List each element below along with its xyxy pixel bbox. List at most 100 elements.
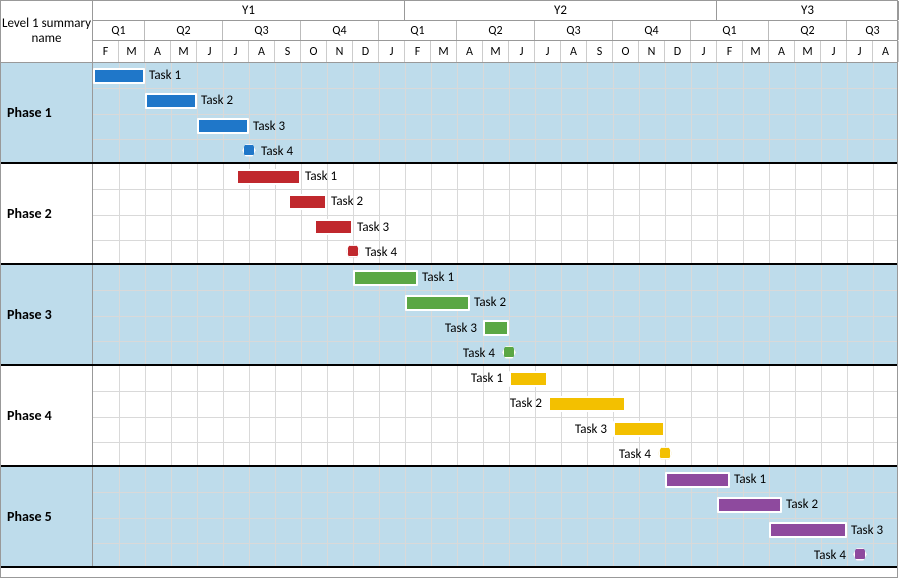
grid-line: [405, 164, 406, 263]
timeline-header: Level 1 summary name Y1Y2Y3 Q1Q2Q3Q4Q1Q2…: [1, 1, 897, 63]
task-label: Task 4: [365, 244, 397, 260]
grid-line: [353, 366, 354, 465]
task-bar[interactable]: [405, 295, 470, 311]
grid-line: [795, 467, 796, 566]
quarter-row: Q1Q2Q3Q4Q1Q2Q3Q4Q1Q2Q3: [93, 21, 897, 41]
quarter-cell: Q3: [847, 21, 899, 40]
task-bar[interactable]: [509, 371, 548, 387]
grid-line: [223, 467, 224, 566]
grid-line: [223, 366, 224, 465]
task-label: Task 4: [463, 345, 495, 361]
task-bar[interactable]: [145, 93, 197, 109]
grid-line: [847, 63, 848, 162]
month-cell: A: [769, 41, 795, 62]
task-bar[interactable]: [717, 497, 782, 513]
task-bar[interactable]: [93, 68, 145, 84]
phase-tracks: Task 1Task 2Task 3Task 4: [93, 63, 897, 162]
grid-line: [691, 265, 692, 364]
task-label: Task 4: [619, 446, 651, 462]
grid-line: [275, 467, 276, 566]
grid-line: [847, 366, 848, 465]
quarter-cell: Q2: [769, 21, 847, 40]
grid-line: [535, 164, 536, 263]
grid-line: [145, 366, 146, 465]
grid-line: [119, 265, 120, 364]
month-cell: S: [275, 41, 301, 62]
month-cell: J: [223, 41, 249, 62]
grid-line: [639, 265, 640, 364]
task-label: Task 1: [305, 169, 337, 185]
task-label: Task 3: [575, 421, 607, 437]
task-label: Task 3: [357, 219, 389, 235]
month-cell: J: [197, 41, 223, 62]
grid-line: [145, 467, 146, 566]
grid-line: [873, 366, 874, 465]
task-bar[interactable]: [769, 522, 847, 538]
grid-line: [197, 366, 198, 465]
grid-line: [847, 467, 848, 566]
task-bar[interactable]: [613, 421, 665, 437]
task-bar[interactable]: [483, 320, 509, 336]
task-bar[interactable]: [548, 396, 626, 412]
grid-line: [821, 63, 822, 162]
grid-line: [821, 265, 822, 364]
task-bar[interactable]: [288, 194, 327, 210]
task-bar[interactable]: [197, 118, 249, 134]
row-line: [93, 518, 897, 519]
quarter-cell: Q3: [535, 21, 613, 40]
phase-row: Phase 4Task 1Task 2Task 3Task 4: [1, 366, 897, 467]
phase-tracks: Task 1Task 2Task 3Task 4: [93, 467, 897, 566]
milestone-icon[interactable]: [658, 446, 672, 460]
grid-line: [145, 164, 146, 263]
gantt-body: Phase 1Task 1Task 2Task 3Task 4Phase 2Ta…: [1, 63, 897, 577]
grid-line: [769, 265, 770, 364]
grid-line: [509, 164, 510, 263]
grid-line: [665, 164, 666, 263]
grid-line: [691, 63, 692, 162]
grid-line: [197, 63, 198, 162]
row-line: [93, 543, 897, 544]
task-label: Task 3: [445, 320, 477, 336]
grid-line: [197, 467, 198, 566]
milestone-icon[interactable]: [853, 547, 867, 561]
month-cell: F: [405, 41, 431, 62]
task-bar[interactable]: [236, 169, 301, 185]
grid-line: [743, 265, 744, 364]
grid-line: [301, 63, 302, 162]
grid-line: [561, 265, 562, 364]
milestone-icon[interactable]: [502, 345, 516, 359]
grid-line: [379, 63, 380, 162]
year-cell: Y2: [405, 1, 717, 20]
grid-line: [769, 63, 770, 162]
month-cell: F: [93, 41, 119, 62]
grid-line: [743, 63, 744, 162]
milestone-icon[interactable]: [242, 143, 256, 157]
grid-line: [327, 366, 328, 465]
grid-line: [639, 467, 640, 566]
grid-line: [223, 63, 224, 162]
grid-line: [275, 265, 276, 364]
task-bar[interactable]: [314, 219, 353, 235]
grid-line: [795, 366, 796, 465]
month-row: FMAMJJASONDJFMAMJJASONDJFMAMJJA: [93, 41, 897, 63]
task-label: Task 4: [814, 547, 846, 563]
grid-line: [457, 164, 458, 263]
grid-line: [613, 265, 614, 364]
milestone-icon[interactable]: [346, 244, 360, 258]
grid-line: [405, 467, 406, 566]
year-row: Y1Y2Y3: [93, 1, 897, 21]
grid-line: [145, 265, 146, 364]
grid-line: [379, 467, 380, 566]
row-line: [93, 391, 897, 392]
grid-line: [769, 164, 770, 263]
grid-line: [327, 467, 328, 566]
grid-line: [847, 164, 848, 263]
grid-line: [717, 63, 718, 162]
row-line: [93, 442, 897, 443]
grid-line: [821, 164, 822, 263]
task-label: Task 1: [471, 371, 503, 387]
task-bar[interactable]: [353, 270, 418, 286]
task-label: Task 2: [201, 93, 233, 109]
task-bar[interactable]: [665, 472, 730, 488]
grid-line: [535, 467, 536, 566]
